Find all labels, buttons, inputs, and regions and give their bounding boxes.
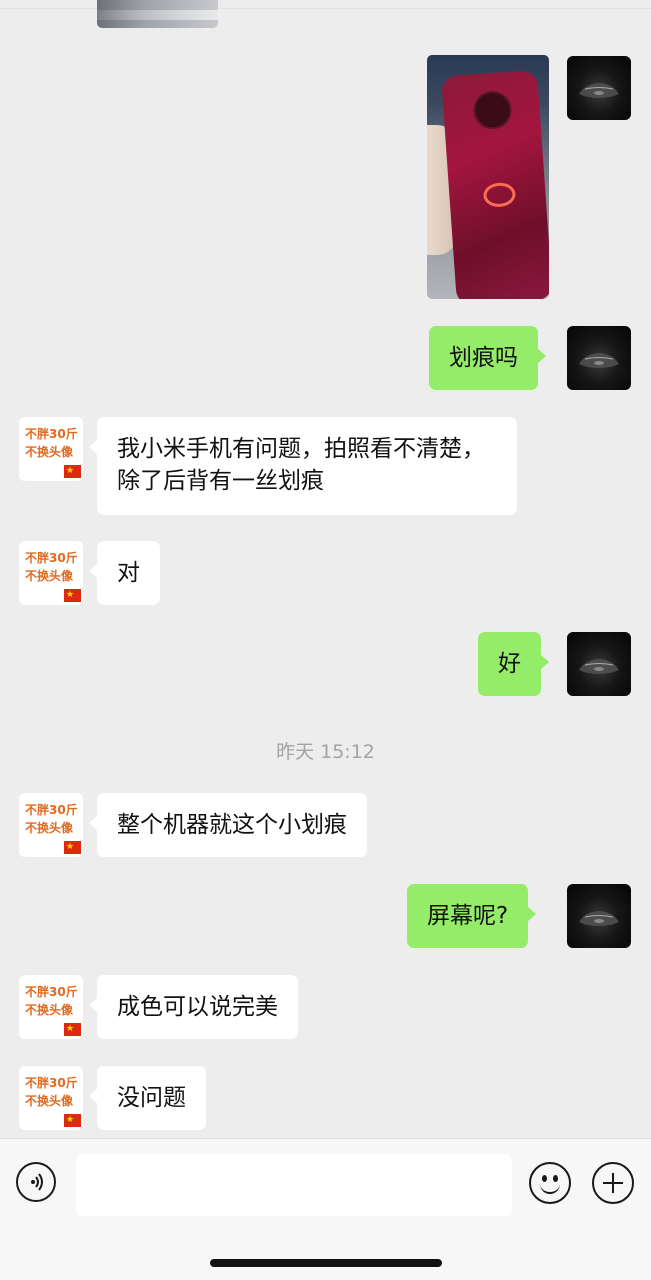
avatar-line1: 不胖30斤 (25, 985, 78, 999)
cn-flag-icon (64, 586, 81, 604)
avatar-line1: 不胖30斤 (25, 1076, 78, 1090)
incoming-message[interactable]: 我小米手机有问题，拍照看不清楚，除了后背有一丝划痕 (89, 417, 517, 515)
message-input[interactable] (76, 1154, 512, 1216)
cn-flag-icon (64, 838, 81, 856)
home-indicator[interactable] (210, 1259, 442, 1267)
self-avatar[interactable] (567, 56, 631, 120)
contact-avatar[interactable]: 不胖30斤 不换头像 (19, 1066, 83, 1130)
contact-avatar[interactable]: 不胖30斤 不换头像 (19, 793, 83, 857)
cn-flag-icon (64, 1111, 81, 1129)
avatar-line2: 不换头像 (25, 821, 74, 835)
smile-shape (540, 1182, 560, 1194)
voice-wave-icon (31, 1173, 43, 1191)
cn-flag-icon (64, 462, 81, 480)
outgoing-message[interactable]: 划痕吗 (429, 326, 546, 390)
contact-avatar[interactable]: 不胖30斤 不换头像 (19, 541, 83, 605)
camera-module (472, 89, 513, 131)
outgoing-message[interactable]: 好 (478, 632, 549, 696)
car-icon (579, 659, 619, 674)
avatar-line1: 不胖30斤 (25, 427, 78, 441)
image-message[interactable] (427, 55, 549, 299)
voice-icon[interactable] (16, 1162, 56, 1202)
previous-image-message[interactable] (97, 0, 218, 28)
avatar-line2: 不换头像 (25, 1094, 74, 1108)
outgoing-message[interactable]: 屏幕呢? (407, 884, 537, 948)
avatar-line2: 不换头像 (25, 445, 74, 459)
car-icon (579, 83, 619, 98)
cn-flag-icon (64, 1020, 81, 1038)
chat-screen: 划痕吗 不胖30斤 不换头像 我小米手机有问题，拍照看不清楚，除了后背有一丝划痕… (0, 0, 651, 1280)
self-avatar[interactable] (567, 326, 631, 390)
timestamp: 昨天 15:12 (276, 741, 375, 763)
contact-avatar[interactable]: 不胖30斤 不换头像 (19, 417, 83, 481)
self-avatar[interactable] (567, 884, 631, 948)
incoming-message[interactable]: 整个机器就这个小划痕 (89, 793, 367, 857)
avatar-line1: 不胖30斤 (25, 551, 78, 565)
plus-icon[interactable] (592, 1162, 634, 1204)
incoming-message[interactable]: 成色可以说完美 (89, 975, 298, 1039)
car-icon (579, 911, 619, 926)
avatar-line2: 不换头像 (25, 569, 74, 583)
avatar-line2: 不换头像 (25, 1003, 74, 1017)
self-avatar[interactable] (567, 632, 631, 696)
phone-photo (441, 69, 549, 299)
contact-avatar[interactable]: 不胖30斤 不换头像 (19, 975, 83, 1039)
incoming-message[interactable]: 没问题 (89, 1066, 206, 1130)
emoji-icon[interactable] (529, 1162, 571, 1204)
incoming-message[interactable]: 对 (89, 541, 160, 605)
car-icon (579, 353, 619, 368)
avatar-line1: 不胖30斤 (25, 803, 78, 817)
phone-logo (482, 181, 517, 208)
